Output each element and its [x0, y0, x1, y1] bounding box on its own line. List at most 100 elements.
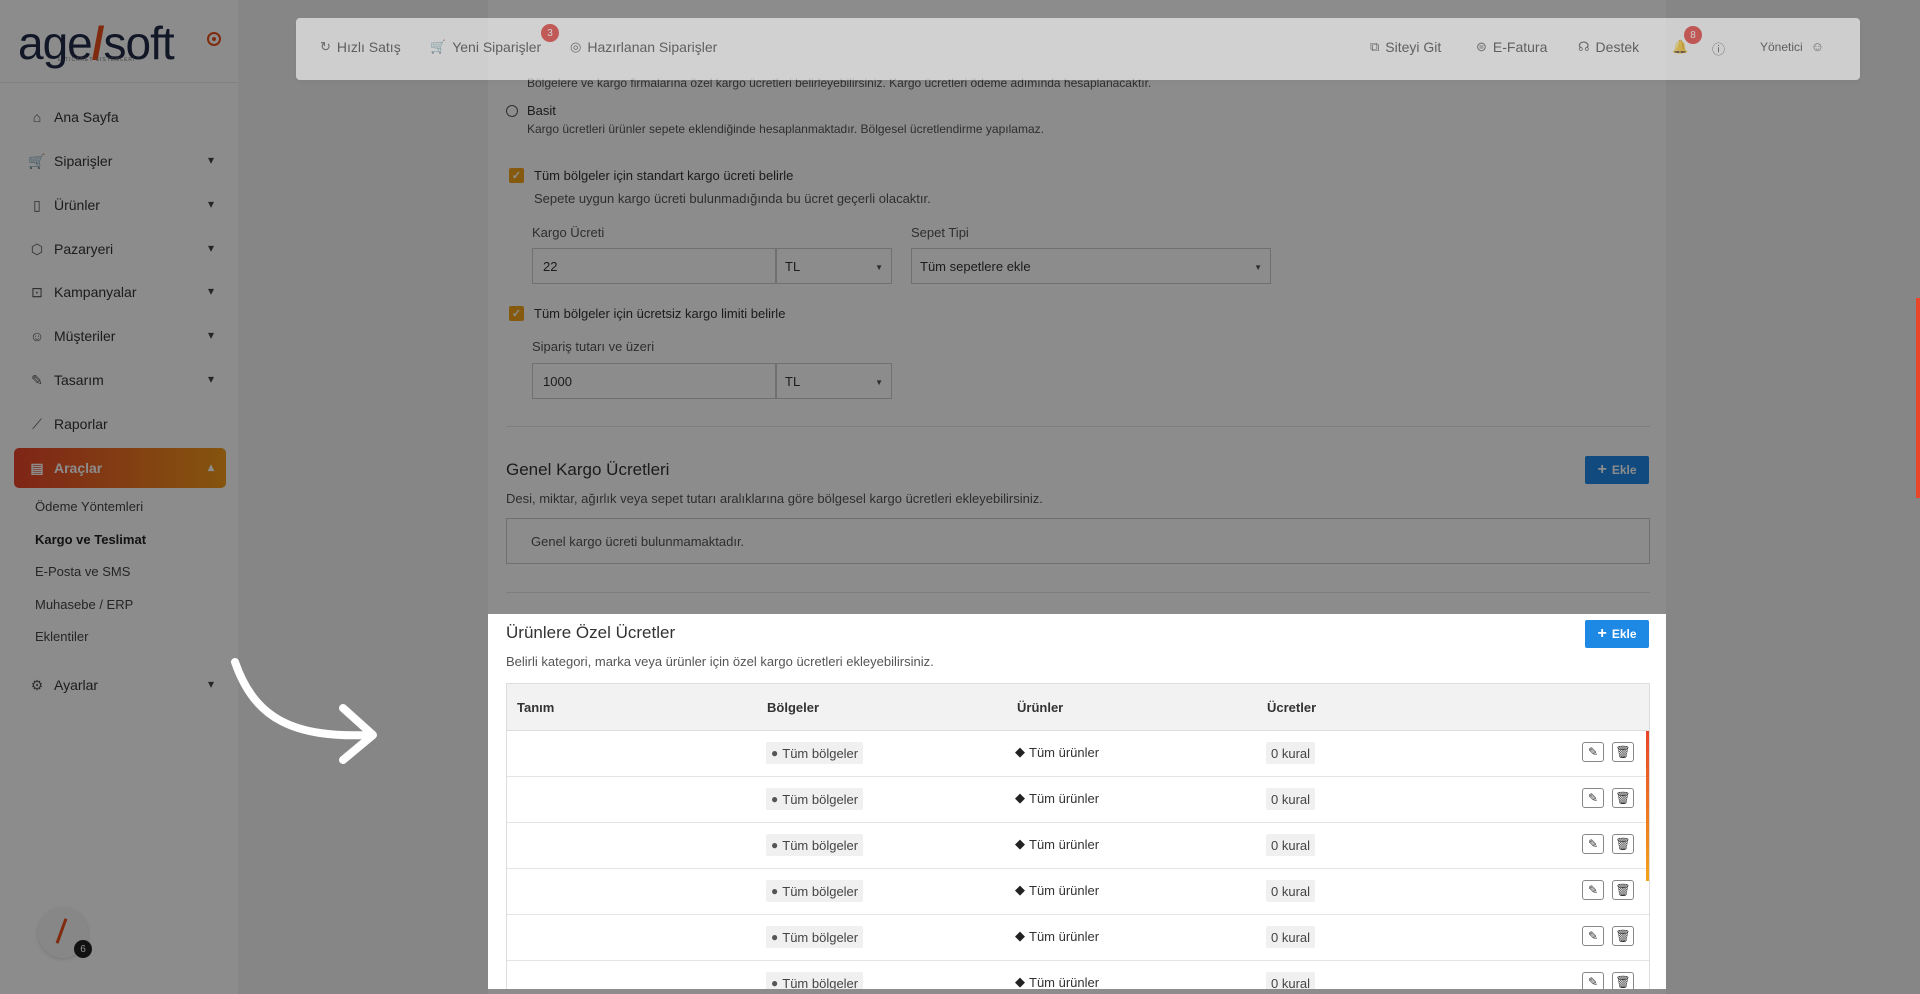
plus-icon: +: [1597, 625, 1607, 642]
bolgeler-tag: ● Tüm bölgeler: [766, 880, 864, 902]
bolgeler-value: Tüm bölgeler: [782, 745, 859, 761]
caret-down-icon: ▼: [1254, 263, 1262, 272]
currency-select-2[interactable]: TL ▼: [776, 363, 892, 399]
sidebar-item-ayarlar[interactable]: ⚙ Ayarlar ▾: [28, 674, 214, 696]
cart-icon: 🛒: [28, 152, 46, 169]
sidebar-item-label: Siparişler: [54, 153, 113, 169]
yeni-siparisler-link[interactable]: 🛒 Yeni Siparişler: [430, 39, 541, 55]
globe-icon: ●: [771, 746, 779, 760]
edit-button[interactable]: ✎: [1582, 972, 1604, 989]
trash-icon: 🗑: [1615, 975, 1631, 989]
sidebar-item-araclar[interactable]: ▤ Araçlar ▴: [28, 457, 214, 479]
delete-button[interactable]: 🗑: [1612, 972, 1634, 989]
sidebar-item-raporlar[interactable]: ⟋ Raporlar: [28, 413, 214, 435]
logo-subtitle: E-TICARET SISTEMLERI: [58, 57, 136, 63]
trash-icon: 🗑: [1615, 837, 1631, 851]
delete-button[interactable]: 🗑: [1612, 834, 1634, 854]
tags-icon: ◆: [1015, 882, 1025, 897]
kargo-ucreti-input[interactable]: 22: [532, 248, 776, 284]
genel-empty: Genel kargo ücreti bulunmamaktadır.: [506, 518, 1650, 564]
pen-icon: [55, 918, 68, 944]
user-menu[interactable]: Yönetici ☺: [1760, 39, 1830, 54]
help-widget[interactable]: 6: [38, 908, 92, 958]
bolgeler-tag: ● Tüm bölgeler: [766, 926, 864, 948]
delete-button[interactable]: 🗑: [1612, 926, 1634, 946]
genel-title: Genel Kargo Ücretleri: [506, 460, 670, 479]
page-scrollbar[interactable]: [1916, 298, 1920, 498]
sidebar-item-tasarim[interactable]: ✎ Tasarım ▾: [28, 369, 214, 391]
destek-link[interactable]: ☊ Destek: [1578, 39, 1639, 55]
basit-radio[interactable]: [506, 105, 518, 117]
siteyi-git-link[interactable]: ⧉ Siteyi Git: [1370, 39, 1441, 55]
efatura-link[interactable]: ⊜ E-Fatura: [1476, 39, 1547, 55]
delete-button[interactable]: 🗑: [1612, 880, 1634, 900]
edit-button[interactable]: ✎: [1582, 834, 1604, 854]
edit-button[interactable]: ✎: [1582, 742, 1604, 762]
sidebar-subitem-muhasebe[interactable]: Muhasebe / ERP: [35, 597, 133, 612]
bolgeler-tag: ● Tüm bölgeler: [766, 788, 864, 810]
sidebar-item-siparisler[interactable]: 🛒 Siparişler ▾: [28, 150, 214, 172]
bolgeler-value: Tüm bölgeler: [782, 883, 859, 899]
hazirlanan-link[interactable]: ◎ Hazırlanan Siparişler: [570, 39, 717, 55]
urunler-cell: ◆ Tüm ürünler: [1015, 928, 1099, 944]
delete-button[interactable]: 🗑: [1612, 788, 1634, 808]
free-shipping-checkbox[interactable]: ✓: [509, 306, 524, 321]
sidebar-item-ana-sayfa[interactable]: ⌂ Ana Sayfa: [28, 106, 214, 128]
edit-button[interactable]: ✎: [1582, 788, 1604, 808]
trash-icon: 🗑: [1615, 791, 1631, 805]
table-scrollbar[interactable]: [1646, 731, 1649, 881]
hazirlanan-label: Hazırlanan Siparişler: [587, 39, 718, 55]
hizli-satis-link[interactable]: ↻ Hızlı Satış: [320, 39, 401, 55]
sidebar-item-pazaryeri[interactable]: ⬡ Pazaryeri ▾: [28, 238, 214, 260]
target-icon[interactable]: [207, 32, 221, 46]
sidebar-subitem-odeme[interactable]: Ödeme Yöntemleri: [35, 499, 143, 514]
caret-down-icon: ▼: [875, 378, 883, 387]
siparis-tutari-input[interactable]: 1000: [532, 363, 776, 399]
caret-down-icon: ▼: [875, 263, 883, 272]
sidebar-item-urunler[interactable]: ▯ Ürünler ▾: [28, 194, 214, 216]
arrow-annotation: [231, 658, 377, 764]
trash-icon: 🗑: [1615, 745, 1631, 759]
sepet-tipi-select[interactable]: Tüm sepetlere ekle ▼: [911, 248, 1271, 284]
tags-icon: ◆: [1015, 836, 1025, 851]
edit-button[interactable]: ✎: [1582, 880, 1604, 900]
clipboard-icon: ▤: [30, 459, 44, 476]
basit-label: Basit: [527, 103, 556, 118]
sidebar-item-label: Araçlar: [54, 460, 103, 476]
genel-add-button[interactable]: + Ekle: [1585, 456, 1649, 484]
globe-icon: ●: [771, 838, 779, 852]
delete-button[interactable]: 🗑: [1612, 742, 1634, 762]
ozel-add-button[interactable]: + Ekle: [1585, 620, 1649, 648]
bolgeler-value: Tüm bölgeler: [782, 929, 859, 945]
sidebar-item-kampanyalar[interactable]: ⊡ Kampanyalar ▾: [28, 281, 214, 303]
info-button[interactable]: ⓘ: [1712, 39, 1731, 58]
bolgeler-value: Tüm bölgeler: [782, 791, 859, 807]
sidebar-subitem-eklentiler[interactable]: Eklentiler: [35, 629, 88, 644]
bolgeler-tag: ● Tüm bölgeler: [766, 834, 864, 856]
basit-desc: Kargo ücretleri ürünler sepete eklendiği…: [527, 122, 1044, 136]
help-widget-badge: 6: [74, 940, 92, 958]
sidebar-subitem-kargo[interactable]: Kargo ve Teslimat: [35, 532, 146, 547]
kargo-ucreti-label: Kargo Ücreti: [532, 225, 605, 240]
sidebar-subitem-eposta[interactable]: E-Posta ve SMS: [35, 564, 130, 579]
info-icon: ⓘ: [1712, 42, 1726, 57]
sidebar-item-label: Kampanyalar: [54, 284, 137, 300]
ucretler-tag: 0 kural: [1266, 834, 1316, 856]
sidebar-item-musteriler[interactable]: ☺ Müşteriler ▾: [28, 325, 214, 347]
tags-icon: ◆: [1015, 790, 1025, 805]
ozel-table: Tanım Bölgeler Ürünler Ücretler ● Tüm böl…: [506, 683, 1650, 989]
globe-icon: ●: [771, 976, 779, 989]
sidebar: age/soft E-TICARET SISTEMLERI ⌂ Ana Sayfa…: [0, 0, 238, 994]
sidebar-item-label: Tasarım: [54, 372, 104, 388]
urunler-cell: ◆ Tüm ürünler: [1015, 974, 1099, 989]
table-row: ● Tüm bölgeler ◆ Tüm ürünler 0 kural ✎ 🗑: [507, 868, 1649, 915]
edit-button[interactable]: ✎: [1582, 926, 1604, 946]
standard-checkbox[interactable]: ✓: [509, 168, 524, 183]
chevron-down-icon: ▾: [207, 197, 214, 211]
sidebar-divider: [0, 82, 238, 83]
tags-icon: ◆: [1015, 744, 1025, 759]
currency-select[interactable]: TL ▼: [776, 248, 892, 284]
user-icon: ☺: [29, 328, 45, 344]
urunler-cell: ◆ Tüm ürünler: [1015, 790, 1099, 806]
sidebar-item-label: Pazaryeri: [54, 241, 114, 257]
